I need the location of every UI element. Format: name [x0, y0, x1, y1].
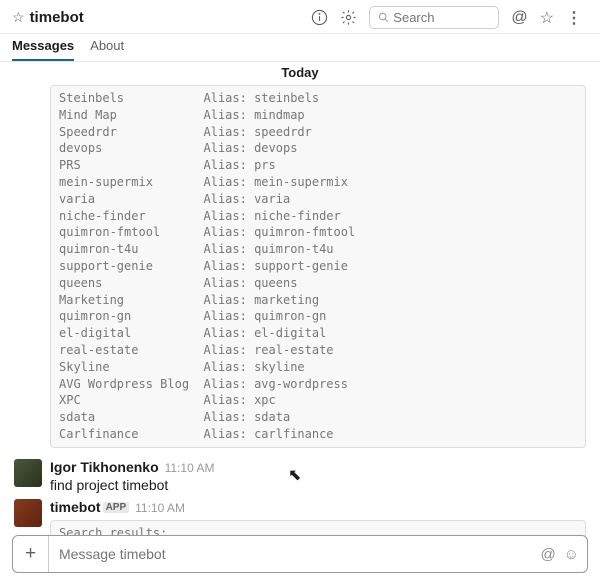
sender-name[interactable]: timebot	[50, 499, 101, 515]
message-row: timebotAPP11:10 AMSearch results: Timebo…	[14, 496, 586, 537]
emoji-button[interactable]: ☺	[564, 546, 579, 563]
tab-about[interactable]: About	[90, 34, 124, 61]
message-time: 11:10 AM	[165, 461, 215, 475]
avatar	[14, 459, 42, 487]
composer[interactable]: + @ ☺	[12, 535, 588, 573]
alias-list-block: Steinbels Alias: steinbels Mind Map Alia…	[50, 85, 586, 448]
date-divider: Today	[14, 62, 586, 83]
channel-title: timebot	[30, 9, 84, 26]
gear-icon[interactable]	[340, 9, 357, 26]
favorite-star-icon[interactable]: ☆	[540, 8, 554, 28]
info-icon[interactable]	[311, 9, 328, 26]
more-icon[interactable]: ⋮	[566, 8, 582, 28]
search-input[interactable]	[393, 10, 490, 25]
avatar	[14, 499, 42, 527]
compose-input[interactable]	[49, 546, 532, 562]
tab-messages[interactable]: Messages	[12, 34, 74, 61]
message-time: 11:10 AM	[135, 501, 185, 515]
search-icon	[378, 11, 389, 24]
message-row: Igor Tikhonenko 11:10 AMfind project time…	[14, 456, 586, 496]
app-badge: APP	[103, 502, 130, 513]
mention-icon[interactable]: @	[511, 9, 527, 27]
star-icon[interactable]: ☆	[12, 9, 25, 26]
message-text: find project timebot	[50, 476, 586, 493]
compose-add-button[interactable]: +	[13, 536, 49, 572]
sender-name[interactable]: Igor Tikhonenko	[50, 459, 159, 475]
mention-button[interactable]: @	[540, 546, 555, 563]
search-box[interactable]	[369, 6, 499, 29]
